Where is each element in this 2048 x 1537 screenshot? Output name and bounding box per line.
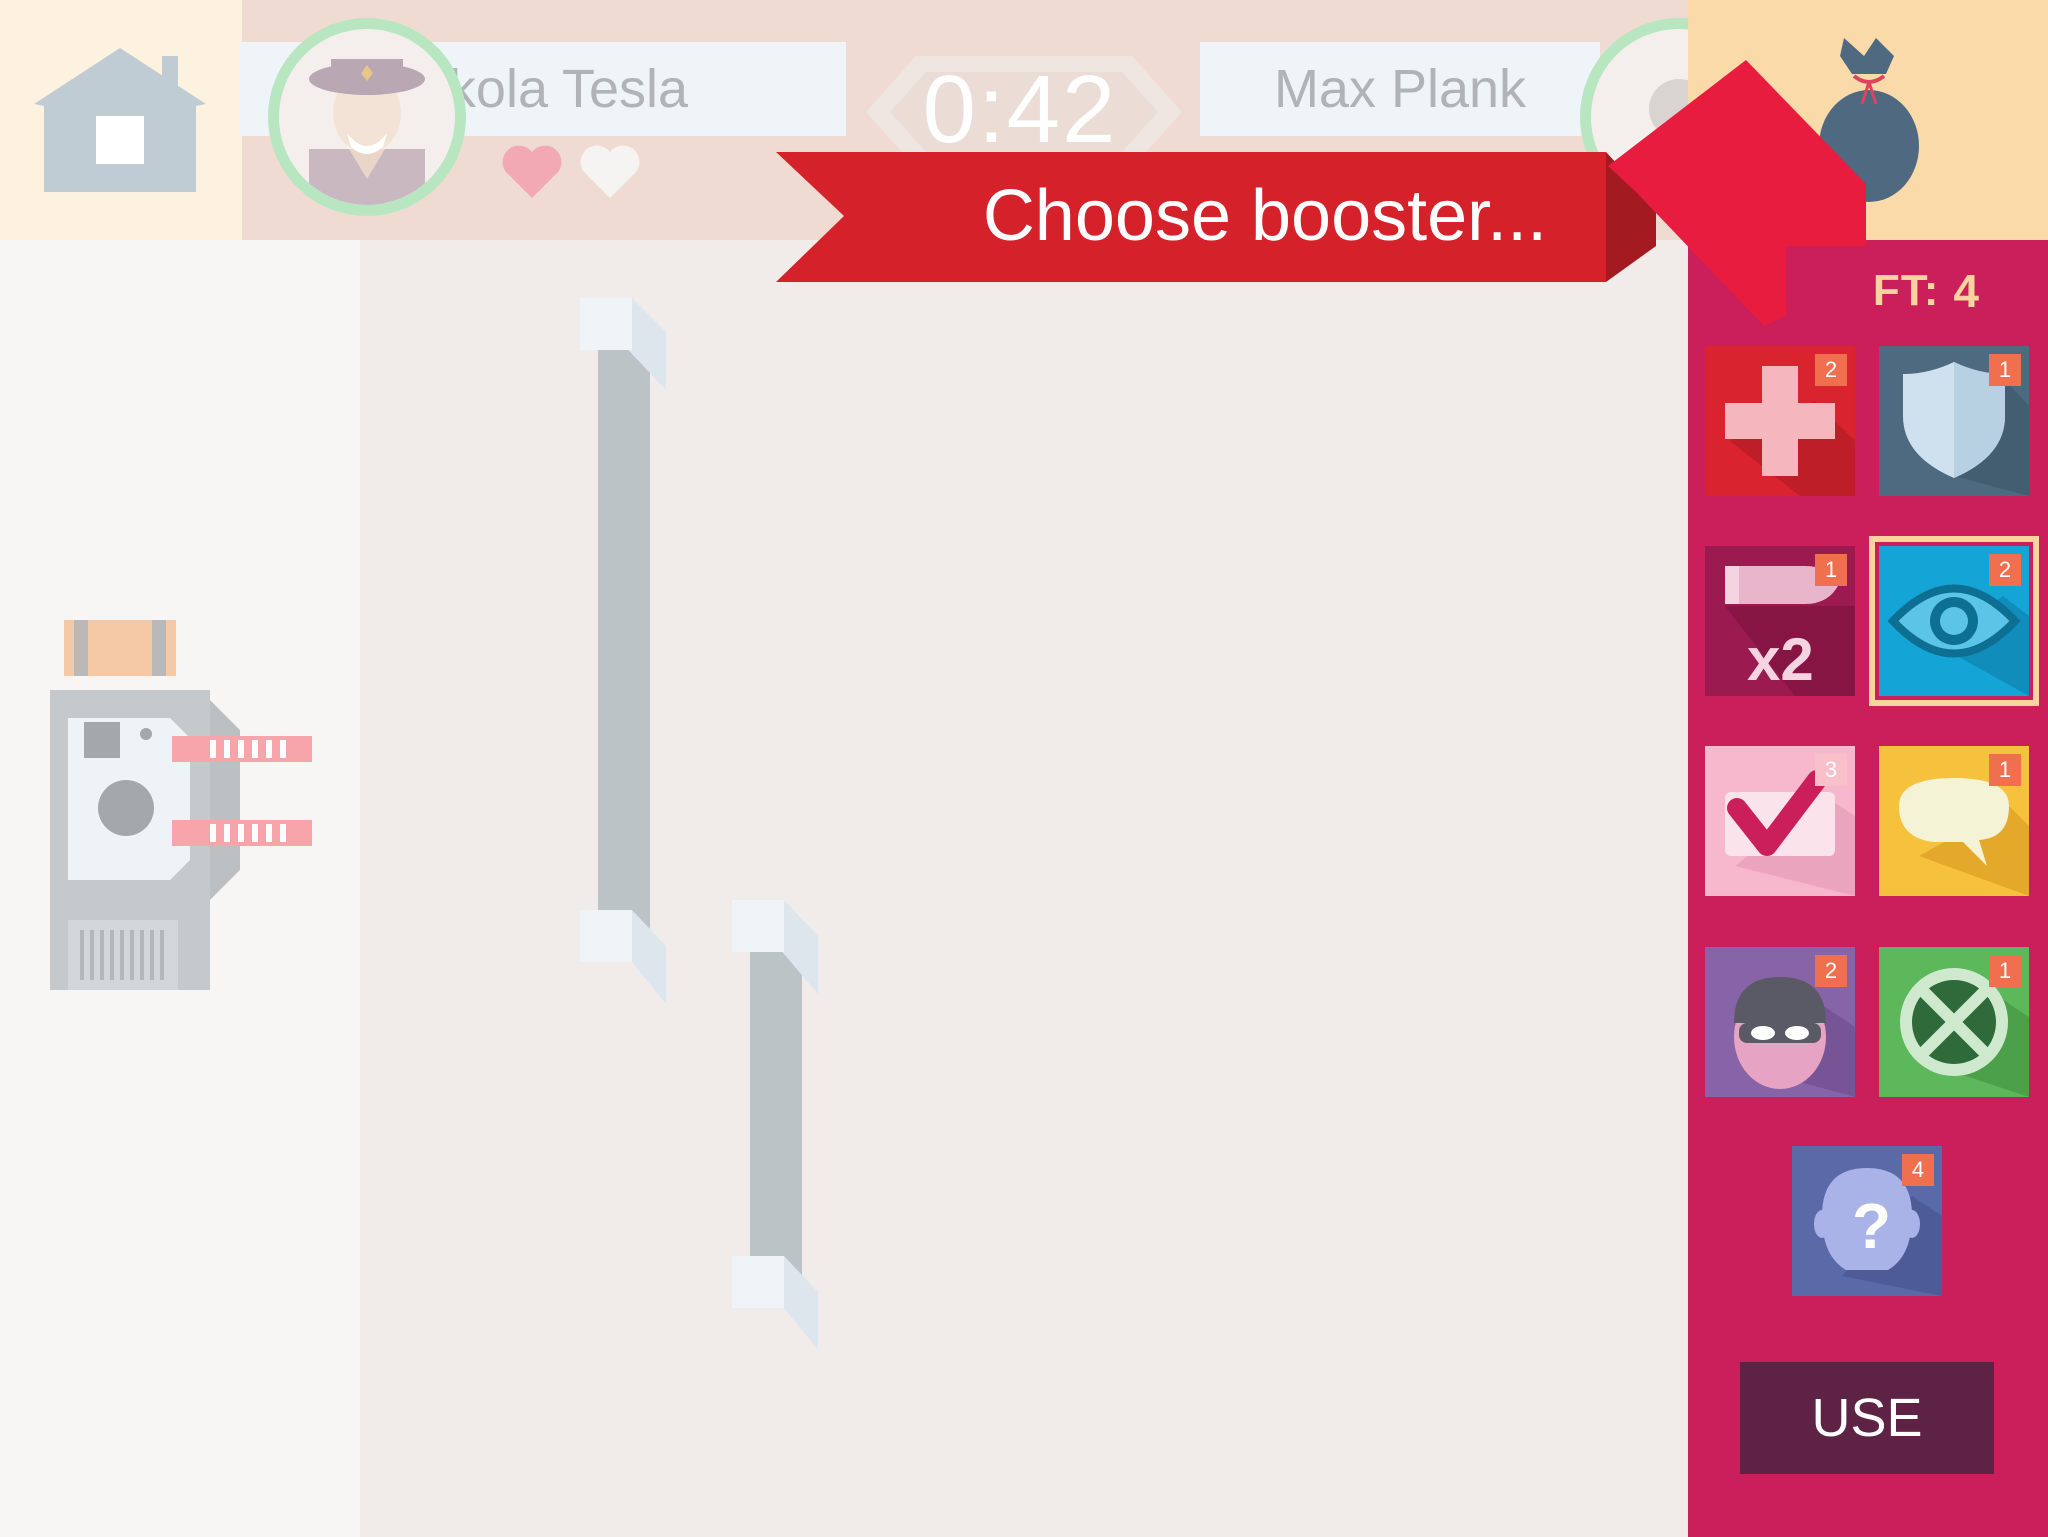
booster-double-damage-count: 1 [1815, 554, 1847, 586]
wall-lower [732, 900, 818, 1350]
player1-hearts [500, 142, 660, 202]
house-icon [34, 48, 206, 192]
svg-text:?: ? [1852, 1190, 1891, 1262]
x2-label: x2 [1747, 626, 1814, 693]
officer-avatar-icon [309, 59, 425, 205]
booster-mystery[interactable]: ? 4 [1792, 1146, 1942, 1296]
booster-thief[interactable]: 2 [1705, 947, 1855, 1097]
booster-ticket-count: 3 [1815, 754, 1847, 786]
tank-cannon-lower [172, 820, 312, 846]
heart-full-icon [502, 145, 562, 198]
booster-reveal[interactable]: 2 [1869, 536, 2039, 706]
player-tank[interactable] [40, 610, 330, 1010]
booster-heal[interactable]: 2 [1705, 346, 1855, 496]
booster-shield-count: 1 [1989, 354, 2021, 386]
wall-obstacles [580, 298, 666, 1004]
booster-heal-count: 2 [1815, 354, 1847, 386]
booster-cancel[interactable]: 1 [1879, 947, 2029, 1097]
boosters-left-count: 4 [1953, 265, 1980, 317]
booster-reveal-count: 2 [1989, 554, 2021, 586]
choose-booster-banner: Choose booster... [982, 176, 1548, 256]
player1-avatar [268, 18, 466, 216]
use-button[interactable]: USE [1740, 1362, 1994, 1474]
heart-empty-icon [580, 145, 640, 198]
booster-chat-count: 1 [1989, 754, 2021, 786]
booster-double-damage[interactable]: x2 1 [1705, 546, 1855, 696]
home-button[interactable] [0, 0, 242, 240]
booster-thief-count: 2 [1815, 955, 1847, 987]
tank-cannon-upper [172, 736, 312, 762]
booster-chat[interactable]: 1 [1879, 746, 2029, 896]
booster-cancel-count: 1 [1989, 955, 2021, 987]
wall-upper [580, 298, 666, 1004]
booster-ticket[interactable]: 3 [1705, 746, 1855, 896]
booster-shield[interactable]: 1 [1879, 346, 2029, 496]
booster-mystery-count: 4 [1902, 1154, 1934, 1186]
